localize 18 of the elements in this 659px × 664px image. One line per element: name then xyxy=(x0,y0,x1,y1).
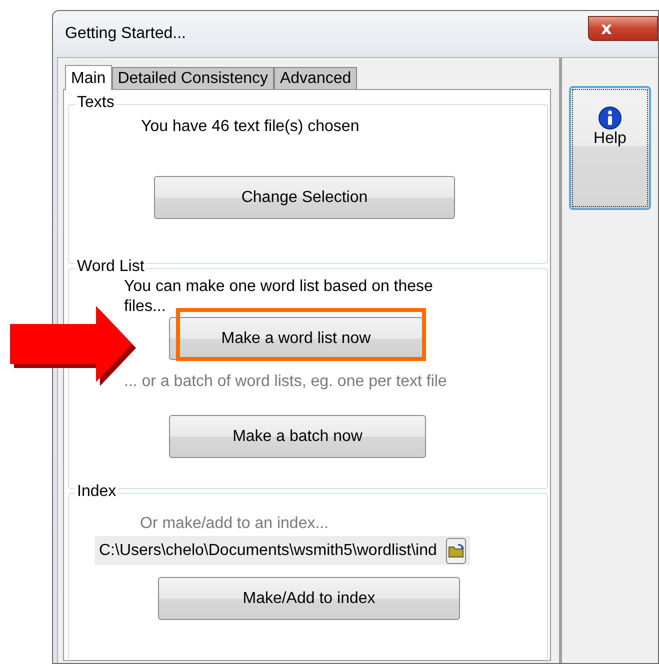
help-button[interactable]: Help xyxy=(569,86,651,210)
make-batch-button[interactable]: Make a batch now xyxy=(169,415,426,458)
tab[interactable]: Main xyxy=(65,65,112,90)
change-selection-button[interactable]: Change Selection xyxy=(154,176,455,219)
info-icon xyxy=(598,106,622,130)
index-path-field[interactable]: C:\Users\chelo\Documents\wsmith5\wordlist\ind xyxy=(95,536,470,565)
close-button[interactable]: x xyxy=(588,16,658,41)
folder-icon xyxy=(448,542,464,558)
index-info: Or make/add to an index... xyxy=(140,514,330,534)
batch-info: ... or a batch of word lists, eg. one per text file xyxy=(124,372,448,392)
tab[interactable]: Advanced xyxy=(274,67,358,89)
make-word-list-button[interactable]: Make a word list now xyxy=(169,317,423,360)
texts-info: You have 46 text file(s) chosen xyxy=(141,117,360,137)
window-title: Getting Started... xyxy=(65,25,186,43)
tab[interactable]: Detailed Consistency xyxy=(112,67,274,89)
browse-folder-button[interactable] xyxy=(446,538,466,564)
word-list-info: You can make one word list based on these files... xyxy=(124,277,434,317)
make-add-index-button[interactable]: Make/Add to index xyxy=(158,577,460,620)
